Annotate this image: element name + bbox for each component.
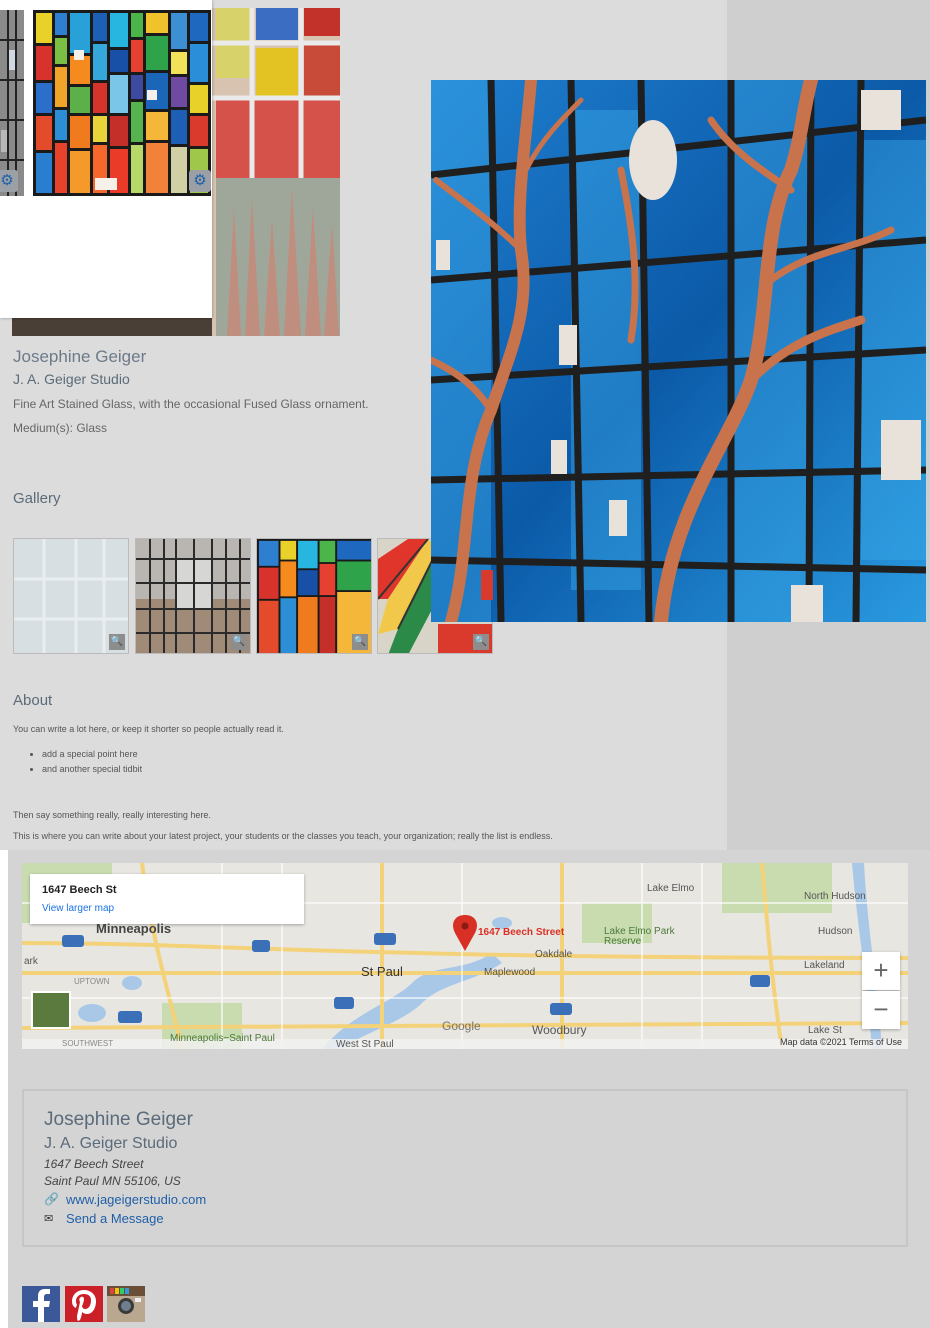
map-info-card: 1647 Beech St View larger map	[30, 874, 304, 924]
popup-thumb-selected[interactable]: ⚙	[33, 10, 211, 196]
map-label-woodbury: Woodbury	[532, 1023, 587, 1037]
map-card-address: 1647 Beech St	[42, 884, 117, 896]
popup-thumb-left[interactable]: ⚙	[0, 10, 24, 196]
gallery-thumb-1[interactable]: 🔍	[13, 538, 129, 654]
magnifier-icon[interactable]: 🔍	[473, 634, 489, 650]
google-logo: Google	[442, 1019, 481, 1033]
pinterest-glyph	[72, 1290, 96, 1321]
instagram-glyph	[107, 1286, 145, 1314]
hero-stained-glass-image[interactable]	[431, 80, 926, 622]
pinterest-icon[interactable]	[65, 1286, 103, 1322]
facebook-icon[interactable]	[22, 1286, 60, 1322]
gear-icon[interactable]: ⚙	[0, 170, 18, 192]
image-picker-popup: ⚙ ⚙	[0, 0, 212, 318]
gallery-thumb-3[interactable]: 🔍	[256, 538, 372, 654]
artist-name: Josephine Geiger	[13, 347, 147, 366]
magnifier-icon[interactable]: 🔍	[109, 634, 125, 650]
map-label-lakeland: Lakeland	[804, 960, 845, 971]
map-label-west-st-paul: West St Paul	[336, 1039, 394, 1049]
map-label-oakdale: Oakdale	[535, 949, 573, 960]
contact-street: 1647 Beech Street	[44, 1157, 144, 1171]
map-label-lake-elmo-park: Lake Elmo Park Reserve	[604, 926, 675, 947]
zoom-in-button[interactable]: +	[862, 952, 900, 990]
map-label-hudson: Hudson	[818, 926, 853, 937]
about-paragraph-2: This is where you can write about your l…	[13, 831, 553, 841]
map-label-msp: Minneapolis−Saint Paul	[170, 1033, 275, 1044]
map-label-maplewood: Maplewood	[484, 967, 536, 978]
instagram-icon[interactable]	[107, 1286, 145, 1322]
about-intro: You can write a lot here, or keep it sho…	[13, 724, 284, 734]
selected-glass-art	[33, 10, 211, 196]
send-message-link[interactable]: Send a Message	[66, 1211, 164, 1226]
map-label-st-paul: St Paul	[361, 964, 403, 979]
google-map[interactable]: 1647 Beech St View larger map 1647 Beech…	[22, 863, 908, 1049]
magnifier-icon[interactable]: 🔍	[352, 634, 368, 650]
map-label-park: ark	[24, 956, 38, 967]
about-bullet-list: add a special point here and another spe…	[26, 749, 142, 779]
map-label-minneapolis: Minneapolis	[96, 921, 172, 936]
about-bullet: and another special tidbit	[42, 764, 142, 774]
about-paragraph-1: Then say something really, really intere…	[13, 810, 211, 820]
artist-medium: Medium(s): Glass	[13, 421, 108, 435]
contact-city: Saint Paul MN 55106, US	[44, 1174, 181, 1188]
map-label-north-hudson: North Hudson	[804, 891, 866, 902]
contact-name: Josephine Geiger	[44, 1109, 193, 1130]
gear-icon[interactable]: ⚙	[189, 170, 211, 192]
studio-name: J. A. Geiger Studio	[13, 371, 130, 387]
page-canvas: ⚙ ⚙ Josephine Geiger J. A. Geiger Studio…	[0, 0, 930, 1328]
contact-studio: J. A. Geiger Studio	[44, 1135, 178, 1152]
hero-glass-art	[431, 80, 926, 622]
facebook-glyph	[33, 1289, 50, 1322]
about-heading: About	[13, 692, 53, 709]
map-attribution[interactable]: Map data ©2021 Terms of Use	[780, 1037, 902, 1047]
about-bullet: add a special point here	[42, 749, 142, 759]
popup-thumb-left-art	[0, 10, 24, 196]
website-link[interactable]: www.jageigerstudio.com	[66, 1192, 206, 1207]
contact-card: Josephine Geiger J. A. Geiger Studio 164…	[22, 1089, 908, 1247]
map-pin-label: 1647 Beech Street	[478, 927, 565, 938]
envelope-icon: ✉	[44, 1213, 54, 1225]
zoom-out-button[interactable]: −	[862, 991, 900, 1029]
map-label-southwest: SOUTHWEST	[62, 1039, 114, 1048]
map-label-lake-elmo: Lake Elmo	[647, 883, 695, 894]
gallery-heading: Gallery	[13, 490, 61, 507]
link-icon: 🔗	[44, 1192, 59, 1206]
magnifier-icon[interactable]: 🔍	[231, 634, 247, 650]
map-label-uptown: UPTOWN	[74, 977, 110, 986]
map-label-lake-st: Lake St	[808, 1025, 842, 1036]
gallery-thumb-2[interactable]: 🔍	[135, 538, 251, 654]
view-larger-map-link[interactable]: View larger map	[42, 903, 114, 914]
artist-description: Fine Art Stained Glass, with the occasio…	[13, 397, 369, 411]
